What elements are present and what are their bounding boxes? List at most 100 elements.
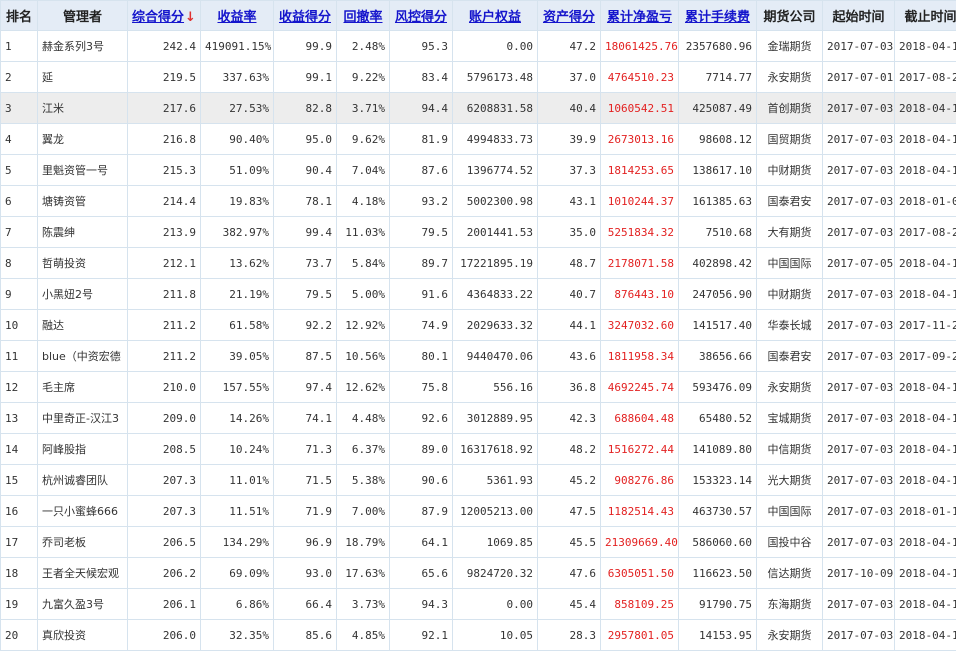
table-row[interactable]: 5里魁资管一号215.351.09%90.47.04%87.61396774.5…: [1, 155, 956, 186]
col-header-label[interactable]: 资产得分: [543, 10, 595, 25]
table-row[interactable]: 12毛主席210.0157.55%97.412.62%75.8556.1636.…: [1, 372, 956, 403]
cell-risk-score: 64.1: [390, 527, 453, 558]
cell-start-date: 2017-07-03: [823, 155, 895, 186]
cell-risk-score: 87.9: [390, 496, 453, 527]
table-row[interactable]: 13中里奇正-汉江3209.014.26%74.14.48%92.6301288…: [1, 403, 956, 434]
col-header-label[interactable]: 综合得分: [132, 10, 184, 25]
cell-start-date: 2017-07-03: [823, 124, 895, 155]
table-row[interactable]: 16一只小蜜蜂666207.311.51%71.97.00%87.9120052…: [1, 496, 956, 527]
cell-return-rate: 21.19%: [201, 279, 274, 310]
cell-manager-link[interactable]: 杭州诚睿团队: [38, 465, 128, 496]
col-header-fees[interactable]: 累计手续费: [679, 1, 757, 31]
cell-net-pnl: 1811958.34: [601, 341, 679, 372]
cell-asset-score: 42.3: [538, 403, 601, 434]
cell-manager-link[interactable]: 赫金系列3号: [38, 31, 128, 62]
cell-equity: 3012889.95: [453, 403, 538, 434]
cell-manager-link[interactable]: 九富久盈3号: [38, 589, 128, 620]
table-row[interactable]: 8哲萌投资212.113.62%73.75.84%89.717221895.19…: [1, 248, 956, 279]
cell-manager-link[interactable]: 小黑妞2号: [38, 279, 128, 310]
col-header-equity[interactable]: 账户权益: [453, 1, 538, 31]
cell-end-date: 2018-04-13: [895, 620, 956, 651]
col-header-net-pnl[interactable]: 累计净盈亏: [601, 1, 679, 31]
col-header-label[interactable]: 累计手续费: [685, 10, 750, 25]
cell-manager-link[interactable]: 乔司老板: [38, 527, 128, 558]
table-row[interactable]: 15杭州诚睿团队207.311.01%71.55.38%90.65361.934…: [1, 465, 956, 496]
cell-rank: 4: [1, 124, 38, 155]
cell-manager-link[interactable]: 江米: [38, 93, 128, 124]
cell-asset-score: 37.0: [538, 62, 601, 93]
cell-equity: 556.16: [453, 372, 538, 403]
table-row[interactable]: 9小黑妞2号211.821.19%79.55.00%91.64364833.22…: [1, 279, 956, 310]
col-header-drawdown[interactable]: 回撤率: [337, 1, 390, 31]
cell-manager-link[interactable]: 一只小蜜蜂666: [38, 496, 128, 527]
cell-drawdown: 2.48%: [337, 31, 390, 62]
cell-return-score: 99.1: [274, 62, 337, 93]
table-row[interactable]: 3江米217.627.53%82.83.71%94.46208831.5840.…: [1, 93, 956, 124]
table-row[interactable]: 2延219.5337.63%99.19.22%83.45796173.4837.…: [1, 62, 956, 93]
table-row[interactable]: 18王者全天候宏观206.269.09%93.017.63%65.6982472…: [1, 558, 956, 589]
cell-net-pnl: 1060542.51: [601, 93, 679, 124]
cell-return-rate: 337.63%: [201, 62, 274, 93]
cell-broker: 永安期货: [757, 62, 823, 93]
cell-equity: 0.00: [453, 589, 538, 620]
cell-drawdown: 7.00%: [337, 496, 390, 527]
table-row[interactable]: 10融达211.261.58%92.212.92%74.92029633.324…: [1, 310, 956, 341]
col-header-label[interactable]: 累计净盈亏: [607, 10, 672, 25]
cell-rank: 17: [1, 527, 38, 558]
cell-fees: 116623.50: [679, 558, 757, 589]
table-row[interactable]: 7陈震绅213.9382.97%99.411.03%79.52001441.53…: [1, 217, 956, 248]
table-row[interactable]: 20真欣投资206.032.35%85.64.85%92.110.0528.32…: [1, 620, 956, 651]
cell-manager-link[interactable]: blue（中资宏德: [38, 341, 128, 372]
cell-start-date: 2017-07-05: [823, 248, 895, 279]
sort-desc-icon[interactable]: ↓: [185, 10, 196, 25]
cell-start-date: 2017-07-03: [823, 434, 895, 465]
col-header-label[interactable]: 回撤率: [343, 10, 382, 25]
col-header-label[interactable]: 收益率: [217, 10, 256, 25]
table-row[interactable]: 17乔司老板206.5134.29%96.918.79%64.11069.854…: [1, 527, 956, 558]
cell-asset-score: 48.7: [538, 248, 601, 279]
cell-net-pnl: 858109.25: [601, 589, 679, 620]
col-header-label[interactable]: 收益得分: [279, 10, 331, 25]
cell-manager-link[interactable]: 中里奇正-汉江3: [38, 403, 128, 434]
col-header-return-rate[interactable]: 收益率: [201, 1, 274, 31]
cell-manager-link[interactable]: 里魁资管一号: [38, 155, 128, 186]
cell-broker: 金瑞期货: [757, 31, 823, 62]
cell-manager-link[interactable]: 哲萌投资: [38, 248, 128, 279]
cell-manager-link[interactable]: 翼龙: [38, 124, 128, 155]
cell-manager-link[interactable]: 陈震绅: [38, 217, 128, 248]
cell-equity: 9440470.06: [453, 341, 538, 372]
table-row[interactable]: 19九富久盈3号206.16.86%66.43.73%94.30.0045.48…: [1, 589, 956, 620]
cell-manager-link[interactable]: 塘铸资管: [38, 186, 128, 217]
cell-rank: 9: [1, 279, 38, 310]
cell-return-rate: 157.55%: [201, 372, 274, 403]
cell-fees: 141517.40: [679, 310, 757, 341]
cell-manager-link[interactable]: 阿峰股指: [38, 434, 128, 465]
cell-net-pnl: 1516272.44: [601, 434, 679, 465]
table-row[interactable]: 14阿峰股指208.510.24%71.36.37%89.016317618.9…: [1, 434, 956, 465]
cell-risk-score: 93.2: [390, 186, 453, 217]
cell-return-rate: 6.86%: [201, 589, 274, 620]
col-header-return-score[interactable]: 收益得分: [274, 1, 337, 31]
cell-manager-link[interactable]: 毛主席: [38, 372, 128, 403]
cell-return-score: 99.4: [274, 217, 337, 248]
cell-total-score: 206.5: [128, 527, 201, 558]
col-header-label[interactable]: 风控得分: [395, 10, 447, 25]
cell-net-pnl: 2673013.16: [601, 124, 679, 155]
table-row[interactable]: 4翼龙216.890.40%95.09.62%81.94994833.7339.…: [1, 124, 956, 155]
cell-start-date: 2017-07-03: [823, 496, 895, 527]
cell-broker: 首创期货: [757, 93, 823, 124]
cell-risk-score: 92.1: [390, 620, 453, 651]
cell-manager-link[interactable]: 王者全天候宏观: [38, 558, 128, 589]
cell-manager-link[interactable]: 延: [38, 62, 128, 93]
col-header-total-score[interactable]: 综合得分↓: [128, 1, 201, 31]
cell-manager-link[interactable]: 真欣投资: [38, 620, 128, 651]
table-row[interactable]: 6塘铸资管214.419.83%78.14.18%93.25002300.984…: [1, 186, 956, 217]
table-row[interactable]: 1赫金系列3号242.4419091.15%99.92.48%95.30.004…: [1, 31, 956, 62]
cell-manager-link[interactable]: 融达: [38, 310, 128, 341]
table-row[interactable]: 11blue（中资宏德211.239.05%87.510.56%80.19440…: [1, 341, 956, 372]
cell-return-rate: 69.09%: [201, 558, 274, 589]
col-header-asset-score[interactable]: 资产得分: [538, 1, 601, 31]
cell-broker: 国泰君安: [757, 341, 823, 372]
col-header-risk-score[interactable]: 风控得分: [390, 1, 453, 31]
col-header-label[interactable]: 账户权益: [469, 10, 521, 25]
